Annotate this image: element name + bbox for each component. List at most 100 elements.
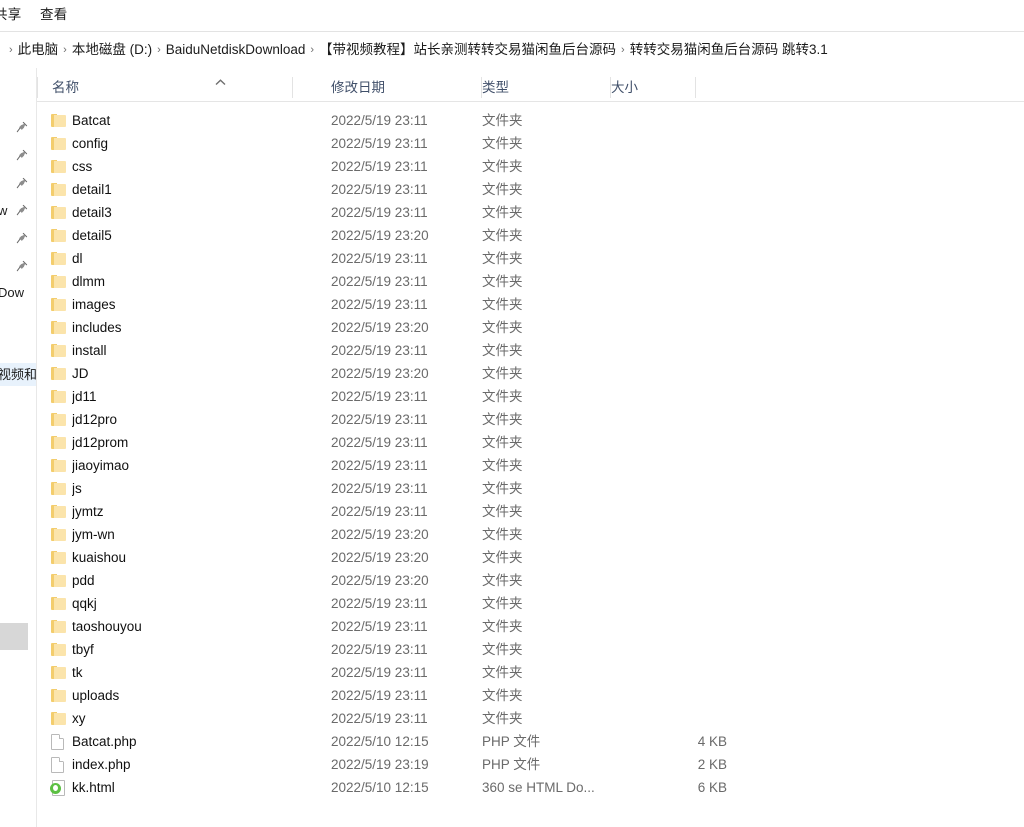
column-header-type[interactable]: 类型 [482,74,509,101]
file-list-row[interactable]: jd12prom 2022/5/19 23:11 文件夹 [37,431,1024,454]
column-header-size[interactable]: 大小 [611,74,638,101]
address-bar[interactable]: › 此电脑 › 本地磁盘 (D:) › BaiduNetdiskDownload › 【带视频… [0,32,1024,67]
file-list-row[interactable]: kk.html 2022/5/10 12:15 360 se HTML Do... 6… [37,776,1024,799]
column-header-name[interactable]: 名称 [52,74,79,101]
folder-icon [51,413,66,426]
ribbon-tab-share[interactable]: 共享 [0,6,21,24]
file-list[interactable]: Batcat 2022/5/19 23:11 文件夹 config 2022/5/19 … [37,102,1024,827]
file-date-cell: 2022/5/19 23:11 [331,688,428,703]
file-list-row[interactable]: jiaoyimao 2022/5/19 23:11 文件夹 [37,454,1024,477]
file-list-row[interactable]: includes 2022/5/19 23:20 文件夹 [37,316,1024,339]
folder-icon [51,344,66,357]
file-list-row[interactable]: jd12pro 2022/5/19 23:11 文件夹 [37,408,1024,431]
file-list-row[interactable]: detail5 2022/5/19 23:20 文件夹 [37,224,1024,247]
file-list-row[interactable]: install 2022/5/19 23:11 文件夹 [37,339,1024,362]
file-list-row[interactable]: JD 2022/5/19 23:20 文件夹 [37,362,1024,385]
file-list-row[interactable]: taoshouyou 2022/5/19 23:11 文件夹 [37,615,1024,638]
breadcrumb-item[interactable]: BaiduNetdiskDownload [166,40,306,60]
file-list-row[interactable]: qqkj 2022/5/19 23:11 文件夹 [37,592,1024,615]
file-type-cell: 文件夹 [482,642,523,657]
nav-pane-item[interactable]: Dow [0,281,36,304]
file-list-row[interactable]: index.php 2022/5/19 23:19 PHP 文件 2 KB [37,753,1024,776]
file-list-row[interactable]: css 2022/5/19 23:11 文件夹 [37,155,1024,178]
breadcrumb-item[interactable]: 本地磁盘 (D:) [72,40,152,60]
breadcrumb[interactable]: › 此电脑 › 本地磁盘 (D:) › BaiduNetdiskDownload › 【带视频… [4,40,828,60]
file-list-row[interactable]: jd11 2022/5/19 23:11 文件夹 [37,385,1024,408]
file-list-row[interactable]: dl 2022/5/19 23:11 文件夹 [37,247,1024,270]
folder-icon [51,321,66,334]
pin-icon[interactable] [16,232,28,244]
file-list-row[interactable]: pdd 2022/5/19 23:20 文件夹 [37,569,1024,592]
nav-pane-item[interactable] [0,309,36,332]
file-size-cell [637,523,727,546]
pin-icon[interactable] [16,177,28,189]
pin-icon[interactable] [16,149,28,161]
breadcrumb-item[interactable]: 转转交易猫闲鱼后台源码 跳转3.1 [630,40,828,60]
file-name-cell: tk [72,665,83,680]
file-list-row[interactable]: xy 2022/5/19 23:11 文件夹 [37,707,1024,730]
navigation-pane-scrollbar-thumb[interactable] [0,623,28,650]
nav-pane-item[interactable] [0,337,36,360]
file-type-cell: 文件夹 [482,182,523,197]
nav-pane-item[interactable] [0,227,36,250]
navigation-pane[interactable]: w Dow 视频和 [0,68,36,827]
file-name-cell: kuaishou [72,550,127,565]
file-size-cell [637,592,727,615]
folder-icon [51,137,66,150]
file-type-cell: 文件夹 [482,113,523,128]
file-list-row[interactable]: detail3 2022/5/19 23:11 文件夹 [37,201,1024,224]
file-type-cell: 文件夹 [482,550,523,565]
file-list-row[interactable]: jymtz 2022/5/19 23:11 文件夹 [37,500,1024,523]
folder-icon [51,436,66,449]
breadcrumb-separator: › [157,44,161,56]
file-list-row[interactable]: Batcat 2022/5/19 23:11 文件夹 [37,109,1024,132]
file-size-cell [637,500,727,523]
breadcrumb-item[interactable]: 此电脑 [18,40,59,60]
file-list-row[interactable]: Batcat.php 2022/5/10 12:15 PHP 文件 4 KB [37,730,1024,753]
nav-pane-item[interactable]: 视频和 [0,363,36,386]
file-size-cell [637,224,727,247]
file-list-row[interactable]: jym-wn 2022/5/19 23:20 文件夹 [37,523,1024,546]
nav-pane-item[interactable]: w [0,199,36,222]
file-list-row[interactable]: tbyf 2022/5/19 23:11 文件夹 [37,638,1024,661]
file-type-cell: 文件夹 [482,320,523,335]
file-date-cell: 2022/5/19 23:11 [331,389,428,404]
breadcrumb-item[interactable]: 【带视频教程】站长亲测转转交易猫闲鱼后台源码 [319,40,616,60]
file-name-cell: detail5 [72,228,112,243]
file-date-cell: 2022/5/19 23:11 [331,412,428,427]
nav-pane-item-label: 视频和 [0,367,36,382]
nav-pane-item[interactable] [0,172,36,195]
file-list-row[interactable]: uploads 2022/5/19 23:11 文件夹 [37,684,1024,707]
file-date-cell: 2022/5/19 23:19 [331,757,429,772]
file-list-row[interactable]: js 2022/5/19 23:11 文件夹 [37,477,1024,500]
column-separator[interactable] [695,77,696,98]
pin-icon[interactable] [16,260,28,272]
file-list-row[interactable]: config 2022/5/19 23:11 文件夹 [37,132,1024,155]
file-date-cell: 2022/5/19 23:11 [331,435,428,450]
file-size-cell [637,201,727,224]
file-list-row[interactable]: dlmm 2022/5/19 23:11 文件夹 [37,270,1024,293]
file-date-cell: 2022/5/19 23:20 [331,527,429,542]
ribbon-tab-view[interactable]: 查看 [40,6,67,24]
column-header-date-modified[interactable]: 修改日期 [331,74,385,101]
file-list-row[interactable]: detail1 2022/5/19 23:11 文件夹 [37,178,1024,201]
nav-pane-item[interactable] [0,144,36,167]
column-separator[interactable] [37,77,38,98]
pin-icon[interactable] [16,204,28,216]
file-list-row[interactable]: tk 2022/5/19 23:11 文件夹 [37,661,1024,684]
folder-icon [51,229,66,242]
nav-pane-item[interactable] [0,116,36,139]
pin-icon[interactable] [16,121,28,133]
file-name-cell: tbyf [72,642,94,657]
file-date-cell: 2022/5/19 23:20 [331,228,429,243]
file-name-cell: Batcat [72,113,111,128]
file-date-cell: 2022/5/19 23:11 [331,205,428,220]
column-separator[interactable] [292,77,293,98]
file-list-row[interactable]: images 2022/5/19 23:11 文件夹 [37,293,1024,316]
nav-pane-item[interactable] [0,255,36,278]
file-type-cell: PHP 文件 [482,757,541,772]
file-type-cell: 文件夹 [482,527,523,542]
file-list-row[interactable]: kuaishou 2022/5/19 23:20 文件夹 [37,546,1024,569]
file-type-cell: 文件夹 [482,665,523,680]
file-size-cell [637,132,727,155]
